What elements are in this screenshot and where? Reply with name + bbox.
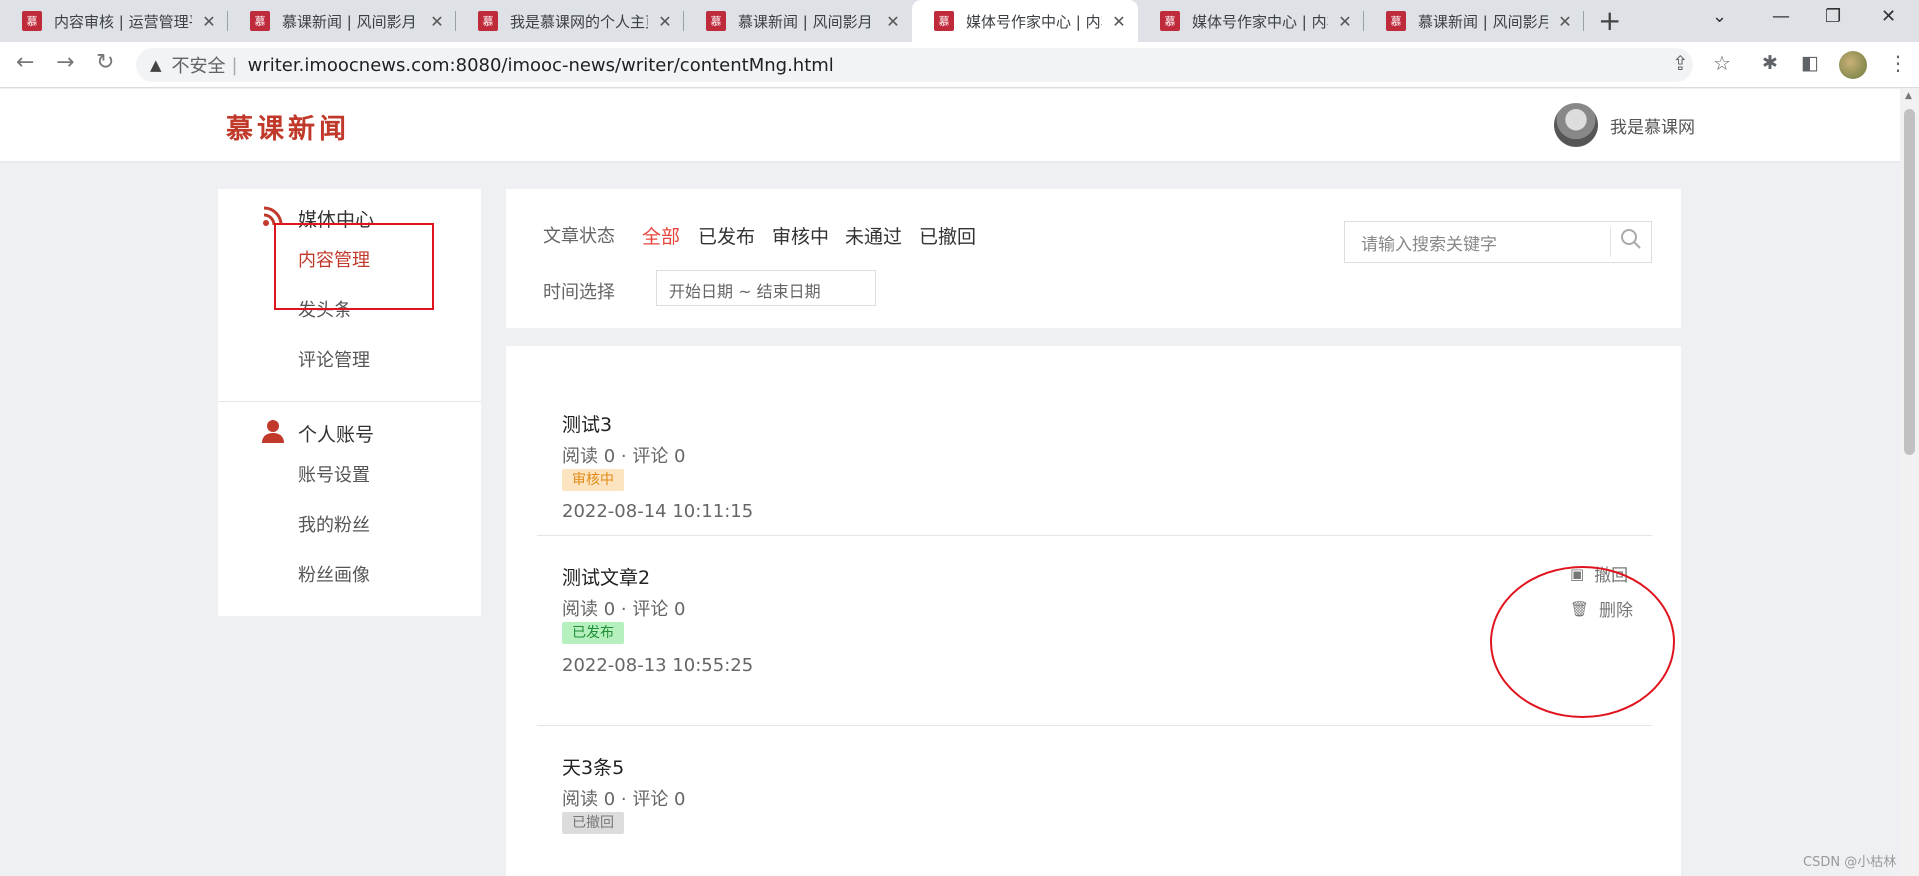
article-date: 2022-08-13 10:55:25 bbox=[562, 655, 754, 676]
article-title[interactable]: 测试文章2 bbox=[562, 563, 650, 590]
status-filter-reviewing[interactable]: 审核中 bbox=[772, 222, 829, 249]
sidebar-item-account-settings[interactable]: 账号设置 bbox=[298, 461, 370, 487]
sidebar-item-fan-portrait[interactable]: 粉丝画像 bbox=[298, 561, 370, 587]
tab-title: 内容审核 | 运营管理平 bbox=[54, 12, 192, 31]
tab-title: 慕课新闻 | 风间影月 bbox=[282, 12, 417, 31]
sidebar: 媒体中心 内容管理 发头条 评论管理 个人账号 账号设置 我的粉丝 粉丝画像 bbox=[218, 189, 481, 616]
site-logo[interactable]: 慕课新闻 bbox=[226, 107, 350, 146]
tab-title: 慕课新闻 | 风间影月 bbox=[738, 12, 873, 31]
tab-title: 我是慕课网的个人主页 bbox=[510, 12, 648, 31]
site-header: 慕课新闻 我是慕课网 bbox=[0, 89, 1900, 161]
side-panel-icon[interactable]: ◧ bbox=[1801, 52, 1819, 74]
share-icon[interactable]: ⇪ bbox=[1672, 51, 1689, 75]
user-menu[interactable]: 我是慕课网 bbox=[1554, 103, 1695, 147]
close-tab-icon[interactable]: ✕ bbox=[1556, 12, 1574, 31]
scrollbar-thumb[interactable] bbox=[1904, 109, 1915, 455]
status-badge: 审核中 bbox=[562, 469, 624, 491]
favicon: 慕 bbox=[250, 11, 270, 31]
address-bar[interactable]: ▲ 不安全 | writer.imoocnews.com:8080/imooc-… bbox=[136, 48, 1693, 82]
tab-title: 媒体号作家中心 | 内容 bbox=[966, 12, 1102, 31]
article-title[interactable]: 测试3 bbox=[562, 410, 612, 437]
close-tab-icon[interactable]: ✕ bbox=[1110, 12, 1128, 31]
favicon: 慕 bbox=[22, 11, 42, 31]
browser-tab[interactable]: 慕 我是慕课网的个人主页 ✕ bbox=[456, 0, 684, 42]
menu-kebab-icon[interactable]: ⋮ bbox=[1888, 51, 1908, 75]
username[interactable]: 我是慕课网 bbox=[1610, 113, 1695, 138]
divider bbox=[218, 401, 481, 402]
browser-tab[interactable]: 慕 慕课新闻 | 风间影月 ✕ bbox=[228, 0, 456, 42]
tab-title: 媒体号作家中心 | 内容 bbox=[1192, 12, 1328, 31]
status-filter-published[interactable]: 已发布 bbox=[698, 222, 755, 249]
status-filter-all[interactable]: 全部 bbox=[642, 222, 680, 249]
time-label: 时间选择 bbox=[543, 282, 615, 303]
article-stats: 阅读 0 · 评论 0 bbox=[562, 599, 686, 620]
new-tab-icon[interactable]: + bbox=[1598, 4, 1621, 37]
favicon: 慕 bbox=[934, 11, 954, 31]
sidebar-item-my-fans[interactable]: 我的粉丝 bbox=[298, 511, 370, 537]
search-input[interactable]: 请输入搜索关键字 bbox=[1345, 230, 1610, 255]
profile-avatar[interactable] bbox=[1839, 51, 1867, 79]
favicon: 慕 bbox=[1160, 11, 1180, 31]
status-filter-rejected[interactable]: 未通过 bbox=[845, 222, 902, 249]
status-badge: 已撤回 bbox=[562, 812, 624, 834]
scrollbar[interactable]: ▲ bbox=[1900, 89, 1919, 876]
sidebar-item-comment-management[interactable]: 评论管理 bbox=[298, 346, 370, 372]
close-tab-icon[interactable]: ✕ bbox=[656, 12, 674, 31]
user-icon bbox=[262, 419, 284, 449]
browser-tab[interactable]: 慕 慕课新闻 | 风间影月 ✕ bbox=[1364, 0, 1584, 42]
tab-search-icon[interactable]: ⌄ bbox=[1712, 6, 1727, 27]
browser-tab[interactable]: 慕 媒体号作家中心 | 内容 ✕ bbox=[1138, 0, 1364, 42]
annotation-circle bbox=[1490, 566, 1675, 718]
close-tab-icon[interactable]: ✕ bbox=[1336, 12, 1354, 31]
not-secure-label: 不安全 bbox=[171, 56, 226, 77]
article-stats: 阅读 0 · 评论 0 bbox=[562, 446, 686, 467]
bookmark-star-icon[interactable]: ☆ bbox=[1713, 51, 1731, 75]
status-badge: 已发布 bbox=[562, 622, 624, 644]
favicon: 慕 bbox=[1386, 11, 1406, 31]
watermark: CSDN @小枯林 bbox=[1803, 855, 1897, 870]
annotation-box bbox=[274, 223, 434, 310]
article-stats: 阅读 0 · 评论 0 bbox=[562, 789, 686, 810]
section-personal-account: 个人账号 bbox=[298, 424, 375, 446]
close-tab-icon[interactable]: ✕ bbox=[428, 12, 446, 31]
url-text: writer.imoocnews.com:8080/imooc-news/wri… bbox=[247, 54, 834, 76]
date-range-input[interactable]: 开始日期 ~ 结束日期 bbox=[656, 270, 876, 306]
search-box[interactable]: 请输入搜索关键字 bbox=[1344, 221, 1652, 263]
browser-tab-bar: 慕 内容审核 | 运营管理平 ✕ 慕 慕课新闻 | 风间影月 ✕ 慕 我是慕课网… bbox=[0, 0, 1919, 42]
restore-icon[interactable]: ❐ bbox=[1825, 6, 1841, 27]
warning-icon: ▲ bbox=[150, 56, 162, 74]
filter-panel: 文章状态 全部 已发布 审核中 未通过 已撤回 时间选择 开始日期 ~ 结束日期… bbox=[506, 189, 1681, 328]
page-viewport: 慕课新闻 我是慕课网 媒体中心 内容管理 发头条 评论管理 个人账号 账号设置 … bbox=[0, 89, 1900, 876]
search-icon[interactable] bbox=[1611, 228, 1651, 256]
extensions-icon[interactable]: ✱ bbox=[1762, 52, 1778, 74]
list-item: 测试3 阅读 0 · 评论 0 审核中 2022-08-14 10:11:15 bbox=[537, 346, 1652, 536]
scroll-up-icon[interactable]: ▲ bbox=[1905, 91, 1912, 101]
tab-title: 慕课新闻 | 风间影月 bbox=[1418, 12, 1548, 31]
browser-tab-active[interactable]: 慕 媒体号作家中心 | 内容 ✕ bbox=[912, 0, 1138, 42]
status-label: 文章状态 bbox=[543, 226, 615, 247]
back-icon[interactable]: ← bbox=[16, 50, 34, 75]
favicon: 慕 bbox=[706, 11, 726, 31]
address-toolbar: ← → ↻ ▲ 不安全 | writer.imoocnews.com:8080/… bbox=[0, 42, 1919, 88]
browser-tab[interactable]: 慕 内容审核 | 运营管理平 ✕ bbox=[0, 0, 228, 42]
status-filter-withdrawn[interactable]: 已撤回 bbox=[919, 222, 976, 249]
close-tab-icon[interactable]: ✕ bbox=[884, 12, 902, 31]
close-tab-icon[interactable]: ✕ bbox=[200, 12, 218, 31]
reload-icon[interactable]: ↻ bbox=[96, 50, 114, 75]
close-window-icon[interactable]: ✕ bbox=[1881, 6, 1896, 27]
browser-tab[interactable]: 慕 慕课新闻 | 风间影月 ✕ bbox=[684, 0, 912, 42]
list-item: 测试文章2 阅读 0 · 评论 0 已发布 2022-08-13 10:55:2… bbox=[537, 536, 1652, 726]
avatar[interactable] bbox=[1554, 103, 1598, 147]
list-item: 天3条5 阅读 0 · 评论 0 已撤回 bbox=[537, 726, 1652, 876]
minimize-icon[interactable]: — bbox=[1772, 6, 1790, 27]
favicon: 慕 bbox=[478, 11, 498, 31]
article-title[interactable]: 天3条5 bbox=[562, 753, 624, 780]
forward-icon[interactable]: → bbox=[56, 50, 74, 75]
article-date: 2022-08-14 10:11:15 bbox=[562, 501, 754, 522]
